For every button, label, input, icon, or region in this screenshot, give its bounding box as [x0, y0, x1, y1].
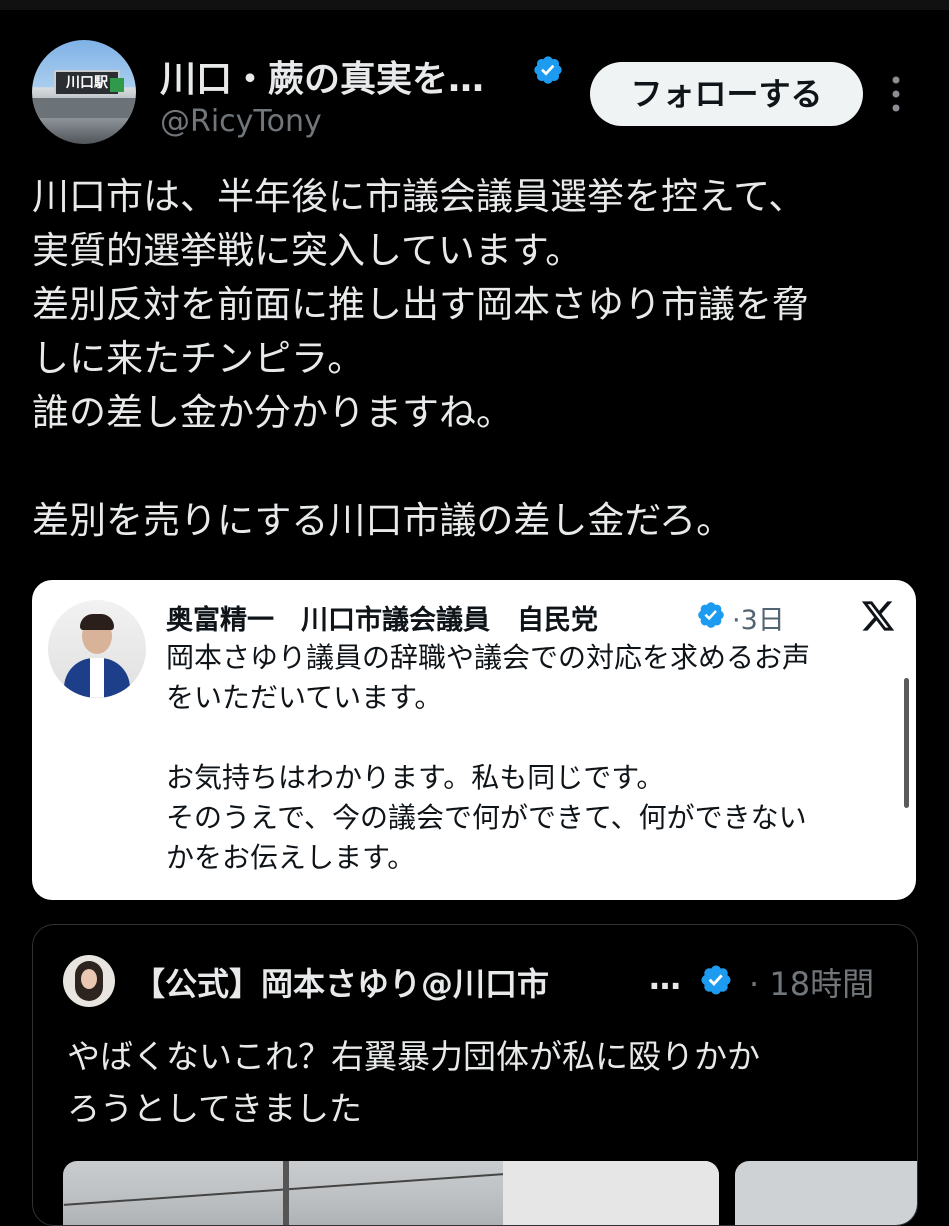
nested-tweet-text: やばくないこれ？右翼暴力団体が私に殴りかか ろうとしてきました: [67, 1037, 760, 1128]
quoted-author-name[interactable]: 奥富精一 川口市議会議員 自民党: [166, 598, 598, 637]
nested-timestamp: · 18時間: [749, 965, 875, 1003]
nested-verified-icon: [701, 965, 731, 995]
more-vertical-icon[interactable]: [886, 72, 906, 116]
quoted-tweet-text: 岡本さゆり議員の辞職や議会での対応を求めるお声 をいただいています。 お気持ちは…: [166, 641, 811, 874]
photo-building: [503, 1161, 719, 1225]
nested-media-photo-1[interactable]: [63, 1161, 719, 1225]
x-logo-icon[interactable]: [860, 598, 896, 634]
avatar-building: [32, 98, 136, 118]
photo-utility-pole: [283, 1161, 289, 1225]
verified-badge-icon: [534, 56, 562, 84]
nested-author-name[interactable]: 【公式】岡本さゆり@川口市: [133, 959, 549, 1005]
avatar-hair: [80, 614, 114, 630]
avatar-face: [81, 969, 97, 989]
nested-author-ellipsis: …: [649, 959, 681, 997]
nested-author-avatar: [63, 955, 115, 1007]
author-display-name[interactable]: 川口・蕨の真実を…: [160, 50, 484, 102]
follow-button[interactable]: フォローする: [590, 62, 863, 126]
quoted-verified-icon: [698, 602, 724, 628]
author-avatar[interactable]: 川口駅: [32, 40, 136, 144]
avatar-green-mark: [110, 78, 124, 92]
author-handle[interactable]: @RicyTony: [160, 104, 322, 139]
quoted-timestamp: ·3日: [732, 605, 785, 636]
nested-media-photo-2[interactable]: [735, 1161, 917, 1225]
quoted-scrollbar[interactable]: [904, 678, 909, 808]
quoted-tweet-card[interactable]: 奥富精一 川口市議会議員 自民党 ·3日 岡本さゆり議員の辞職や議会での対応を求…: [32, 580, 916, 900]
tweet-text: 川口市は、半年後に市議会議員選挙を控えて、 実質的選挙戦に突入しています。 差別…: [32, 175, 809, 542]
avatar-shirt: [90, 658, 104, 698]
quoted-author-avatar: [48, 600, 146, 698]
status-bar-edge: [0, 0, 949, 10]
nested-quoted-tweet-card[interactable]: 【公式】岡本さゆり@川口市 … · 18時間 やばくないこれ？右翼暴力団体が私に…: [32, 924, 918, 1226]
